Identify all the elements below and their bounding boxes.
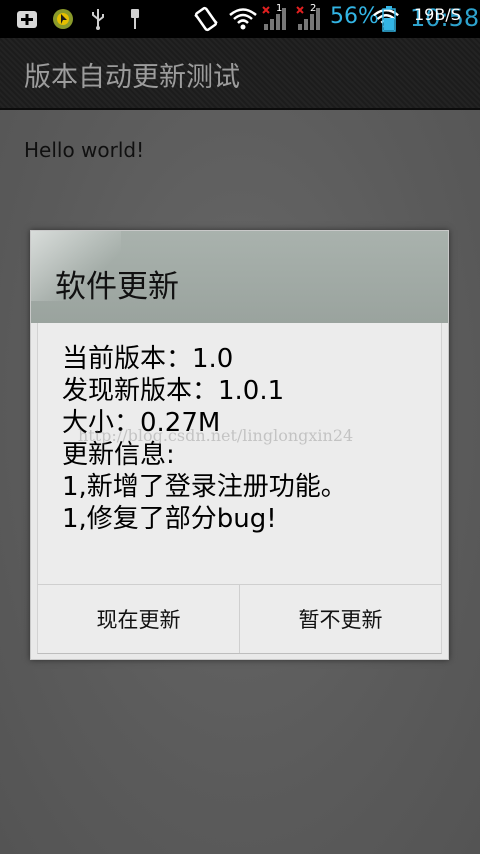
plus-box-icon [16,6,38,32]
usb-icon [90,6,106,32]
wifi-icon [228,6,258,32]
vibrate-icon [192,6,220,32]
watermark: http://blog.csdn.net/linglongxin24 [78,426,354,445]
usb-debug-icon [126,6,144,32]
dialog-message: 当前版本：1.0 发现新版本：1.0.1 大小：0.27M 更新信息: 1,新增… [37,323,442,585]
message-line: 1,新增了登录注册功能。 [62,472,347,502]
dialog-title: 软件更新 [55,269,179,305]
network-speed: 19B/S [414,5,461,24]
message-line: 发现新版本：1.0.1 [62,376,285,406]
update-now-button[interactable]: 现在更新 [38,585,239,653]
dialog-button-bar: 现在更新 暂不更新 [37,584,442,654]
action-bar: 版本自动更新测试 [0,38,480,110]
update-dialog: 软件更新 当前版本：1.0 发现新版本：1.0.1 大小：0.27M 更新信息:… [30,230,449,660]
status-bar: 1 2 56% 10:58 19B/S [0,0,480,38]
message-line: 当前版本：1.0 [62,344,234,374]
signal-sim2-label: 2 [310,3,317,14]
dialog-header: 软件更新 [31,231,448,323]
hello-text: Hello world! [24,138,145,162]
battery-icon [382,6,396,32]
message-line: 1,修复了部分bug! [62,504,277,534]
cursor-app-icon [52,6,74,32]
update-later-button[interactable]: 暂不更新 [240,585,441,653]
app-title: 版本自动更新测试 [24,62,240,93]
signal-sim1-label: 1 [276,3,283,14]
